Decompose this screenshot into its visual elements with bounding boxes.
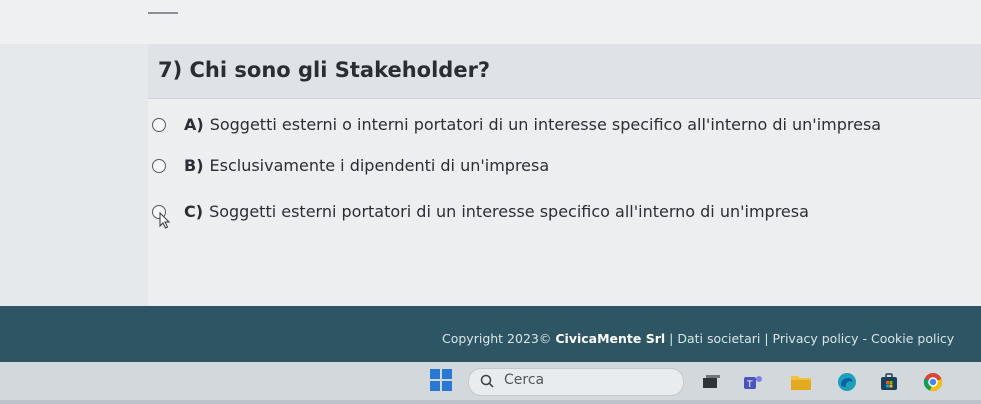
option-label: A) Soggetti esterni o interni portatori d… xyxy=(184,115,882,134)
page-top-area xyxy=(0,0,981,44)
top-divider xyxy=(148,12,178,14)
task-view-icon[interactable] xyxy=(700,372,722,392)
footer-text: Copyright 2023© CivicaMente Srl | Dati s… xyxy=(442,331,954,346)
option-label: C) Soggetti esterni portatori di un inter… xyxy=(184,202,809,221)
mouse-cursor-icon xyxy=(159,212,171,229)
file-explorer-icon[interactable] xyxy=(790,372,812,392)
search-placeholder: Cerca xyxy=(504,372,545,388)
answer-option-a[interactable]: A) Soggetti esterni o interni portatori d… xyxy=(152,115,881,134)
chrome-icon[interactable] xyxy=(922,372,944,392)
question-title: 7) Chi sono gli Stakeholder? xyxy=(158,58,491,82)
taskbar-search-box[interactable] xyxy=(468,368,684,396)
answer-option-b[interactable]: B) Esclusivamente i dipendenti di un'impr… xyxy=(152,156,549,175)
copyright-text: Copyright 2023© xyxy=(442,331,552,346)
option-label: B) Esclusivamente i dipendenti di un'impr… xyxy=(184,156,550,175)
store-icon[interactable] xyxy=(878,372,900,392)
windows-start-icon[interactable] xyxy=(430,369,452,391)
answer-option-c[interactable]: C) Soggetti esterni portatori di un inter… xyxy=(152,202,809,221)
screen-bottom-edge xyxy=(0,400,981,404)
radio-button[interactable] xyxy=(152,117,166,132)
teams-icon[interactable]: T xyxy=(742,372,764,392)
footer-links[interactable]: | Dati societari | Privacy policy - Cook… xyxy=(669,331,954,346)
radio-button[interactable] xyxy=(152,158,166,173)
company-name: CivicaMente Srl xyxy=(555,331,666,346)
search-icon xyxy=(480,374,494,388)
edge-icon[interactable] xyxy=(836,372,858,392)
svg-text:T: T xyxy=(746,380,753,390)
